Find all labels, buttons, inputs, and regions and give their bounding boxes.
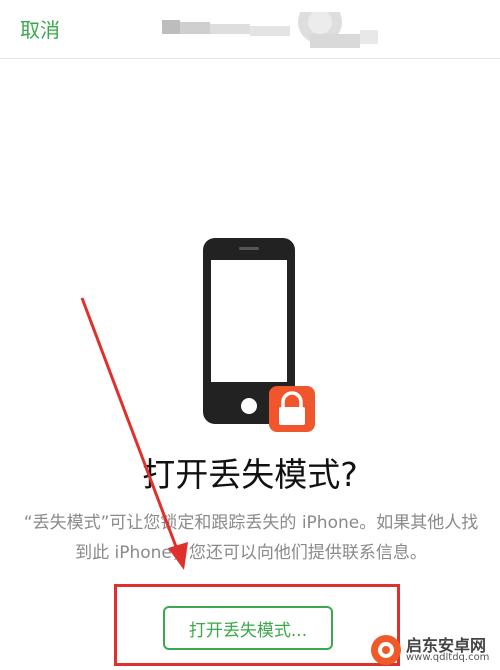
enable-lost-mode-button[interactable]: 打开丢失模式...: [163, 606, 333, 650]
site-watermark: 启东安卓网 www.qdltdq.com: [370, 630, 500, 670]
navigation-bar: 取消: [0, 0, 500, 59]
lost-mode-description: “丢失模式”可让您锁定和跟踪丢失的 iPhone。如果其他人找到此 iPhone…: [23, 513, 479, 563]
lock-icon: [269, 386, 315, 432]
cancel-button[interactable]: 取消: [20, 14, 60, 43]
lost-mode-screen: 取消 打开丢失模式? “丢失模式”可让您锁定和跟踪丢失的 iPhone。如果其他…: [0, 0, 500, 670]
watermark-logo-icon: [371, 635, 401, 665]
locked-phone-illustration: [203, 238, 315, 432]
page-title: 打开丢失模式?: [142, 455, 358, 494]
watermark-url: www.qdltdq.com: [406, 652, 490, 663]
blurred-nav-title: [162, 12, 378, 48]
